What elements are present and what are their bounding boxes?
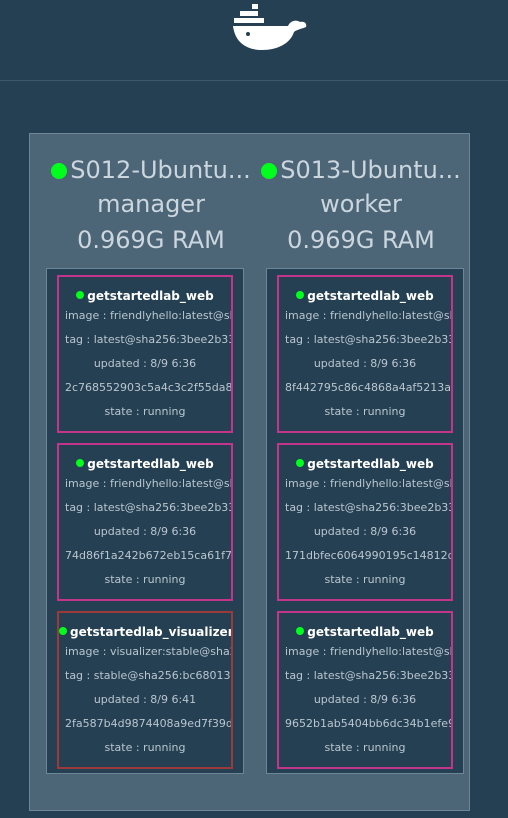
node-role: worker [320,190,402,218]
task-tag: tag : stable@sha256:bc680132f7 [65,669,233,682]
task-tag: tag : latest@sha256:3bee2b334c [285,501,453,514]
task-card[interactable]: getstartedlab_web image : friendlyhello:… [277,611,453,769]
node-task-list: getstartedlab_web image : friendlyhello:… [46,268,244,774]
task-name: getstartedlab_web [307,625,434,639]
task-id: 74d86f1a242b672eb15ca61f70 [65,549,233,562]
task-image: image : friendlyhello:latest@sha256:3bee… [65,477,231,490]
task-id: 171dbfec6064990195c14812d [285,549,453,562]
task-tag: tag : latest@sha256:3bee2b334c [65,501,233,514]
task-updated: updated : 8/9 6:36 [93,525,197,538]
task-state: state : running [324,573,406,586]
task-updated: updated : 8/9 6:36 [313,525,417,538]
top-bar [0,0,508,81]
task-image: image : friendlyhello:latest@sha256:3bee… [285,645,451,658]
task-updated: updated : 8/9 6:36 [313,357,417,370]
task-updated: updated : 8/9 6:36 [93,357,197,370]
task-updated: updated : 8/9 6:41 [93,693,197,706]
task-tag: tag : latest@sha256:3bee2b334c [285,669,453,682]
task-name: getstartedlab_visualizer [70,625,233,639]
task-card[interactable]: getstartedlab_web image : friendlyhello:… [57,443,233,601]
node-status-dot [261,163,278,179]
task-name: getstartedlab_web [307,457,434,471]
docker-whale-icon [233,4,307,50]
task-state: state : running [104,741,186,754]
task-status-dot [296,291,305,299]
node-name: S013-Ubuntu... [280,156,461,184]
task-image: image : friendlyhello:latest@sha256:3bee… [285,309,451,322]
task-updated: updated : 8/9 6:36 [313,693,417,706]
node-ram: 0.969G RAM [287,226,435,254]
node-header: S012-Ubuntu... manager 0.969G RAM [46,154,256,258]
task-name: getstartedlab_web [87,457,214,471]
task-name: getstartedlab_web [307,289,434,303]
node-ram: 0.969G RAM [77,226,225,254]
task-image: image : visualizer:stable@sha256:bc68 [65,645,231,658]
node-card: S012-Ubuntu... manager 0.969G RAM getsta… [46,134,256,774]
task-state: state : running [104,573,186,586]
task-status-dot [76,459,85,467]
task-status-dot [296,459,305,467]
node-task-list: getstartedlab_web image : friendlyhello:… [266,268,464,774]
node-status-dot [51,163,68,179]
task-id: 9652b1ab5404bb6dc34b1efe9 [285,717,453,730]
task-id: 2fa587b4d9874408a9ed7f39da [65,717,233,730]
task-image: image : friendlyhello:latest@sha256:3bee… [65,309,231,322]
task-state: state : running [324,741,406,754]
task-image: image : friendlyhello:latest@sha256:3bee… [285,477,451,490]
task-tag: tag : latest@sha256:3bee2b334c [285,333,453,346]
node-name: S012-Ubuntu... [70,156,251,184]
task-tag: tag : latest@sha256:3bee2b334c [65,333,233,346]
node-header: S013-Ubuntu... worker 0.969G RAM [256,154,466,258]
task-name: getstartedlab_web [87,289,214,303]
task-state: state : running [324,405,406,418]
task-card[interactable]: getstartedlab_web image : friendlyhello:… [277,443,453,601]
task-status-dot [59,627,67,635]
task-card[interactable]: getstartedlab_web image : friendlyhello:… [277,275,453,433]
task-card[interactable]: getstartedlab_visualizer image : visuali… [57,611,233,769]
task-status-dot [296,627,305,635]
node-card: S013-Ubuntu... worker 0.969G RAM getstar… [256,134,466,774]
task-id: 2c768552903c5a4c3c2f55da8f [65,381,233,394]
swarm-visualizer-stage: S012-Ubuntu... manager 0.969G RAM getsta… [29,133,470,811]
node-role: manager [97,190,205,218]
task-state: state : running [104,405,186,418]
task-id: 8f442795c86c4868a4af5213a0 [285,381,453,394]
task-status-dot [76,291,85,299]
task-card[interactable]: getstartedlab_web image : friendlyhello:… [57,275,233,433]
